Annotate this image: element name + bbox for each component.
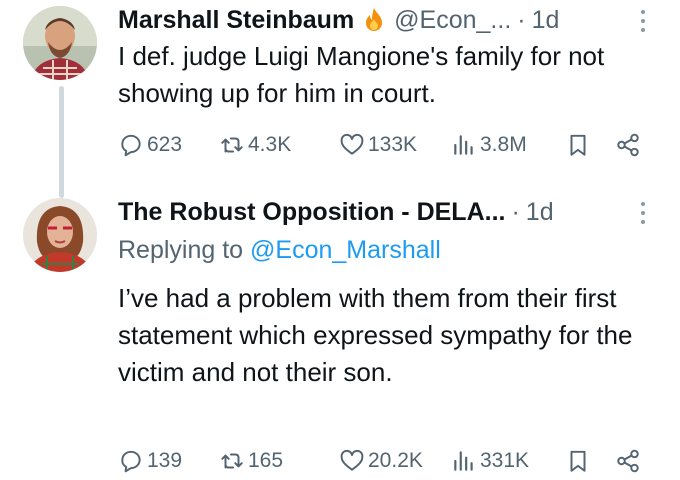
like-count: 133K <box>368 133 418 156</box>
avatar[interactable] <box>23 6 97 80</box>
retweet-count: 165 <box>248 449 284 472</box>
reply-button[interactable]: 139 <box>118 448 182 474</box>
views-chart-icon <box>454 451 473 471</box>
tweet-text: I def. judge Luigi Mangione's family for… <box>118 41 605 108</box>
reply-count: 623 <box>147 133 183 156</box>
fire-icon <box>362 7 386 33</box>
share-button[interactable] <box>615 132 641 158</box>
views-button[interactable]: 331K <box>451 448 529 474</box>
more-options-icon[interactable] <box>638 202 648 224</box>
like-button[interactable]: 20.2K <box>339 448 423 474</box>
share-button[interactable] <box>615 448 641 474</box>
retweet-button[interactable]: 165 <box>219 448 283 474</box>
more-options-icon[interactable] <box>638 10 648 32</box>
author-handle[interactable]: @Econ_... <box>394 6 511 35</box>
views-chart-icon <box>454 135 473 155</box>
timestamp[interactable]: 1d <box>532 6 560 35</box>
like-button[interactable]: 133K <box>339 132 417 158</box>
author-name[interactable]: The Robust Opposition - DELA... <box>118 198 505 227</box>
retweet-count: 4.3K <box>248 133 292 156</box>
bookmark-button[interactable] <box>565 448 591 474</box>
share-icon <box>617 449 639 473</box>
action-bar: 623 4.3K 133K 3.8M <box>118 130 648 164</box>
action-bar: 139 165 20.2K 331K <box>118 446 648 480</box>
replying-to: Replying to @Econ_Marshall <box>118 236 441 265</box>
bookmark-button[interactable] <box>565 132 591 158</box>
retweet-button[interactable]: 4.3K <box>219 132 291 158</box>
reply-count: 139 <box>147 449 183 472</box>
tweet-header: Marshall Steinbaum @Econ_... · 1d <box>118 4 650 36</box>
tweet-header: The Robust Opposition - DELA... · 1d <box>118 196 650 228</box>
retweet-icon <box>221 137 243 153</box>
views-button[interactable]: 3.8M <box>451 132 527 158</box>
avatar[interactable] <box>23 198 97 272</box>
author-name[interactable]: Marshall Steinbaum <box>118 6 354 35</box>
replying-to-handle-link[interactable]: @Econ_Marshall <box>250 236 441 264</box>
heart-icon <box>340 449 364 471</box>
thread-connector-line <box>59 86 64 198</box>
bookmark-icon <box>570 134 586 156</box>
views-count: 331K <box>480 449 530 472</box>
reply-icon <box>121 450 141 473</box>
share-icon <box>617 133 639 157</box>
heart-icon <box>340 133 364 155</box>
reply-icon <box>121 134 141 157</box>
replying-to-label: Replying to <box>118 236 244 264</box>
separator-dot: · <box>517 5 526 34</box>
separator-dot: · <box>511 197 520 226</box>
retweet-icon <box>221 453 243 469</box>
reply-button[interactable]: 623 <box>118 132 182 158</box>
like-count: 20.2K <box>368 449 423 472</box>
views-count: 3.8M <box>480 133 527 156</box>
tweet-text: I’ve had a problem with them from their … <box>118 283 633 387</box>
timestamp[interactable]: 1d <box>526 198 554 227</box>
bookmark-icon <box>570 450 586 472</box>
